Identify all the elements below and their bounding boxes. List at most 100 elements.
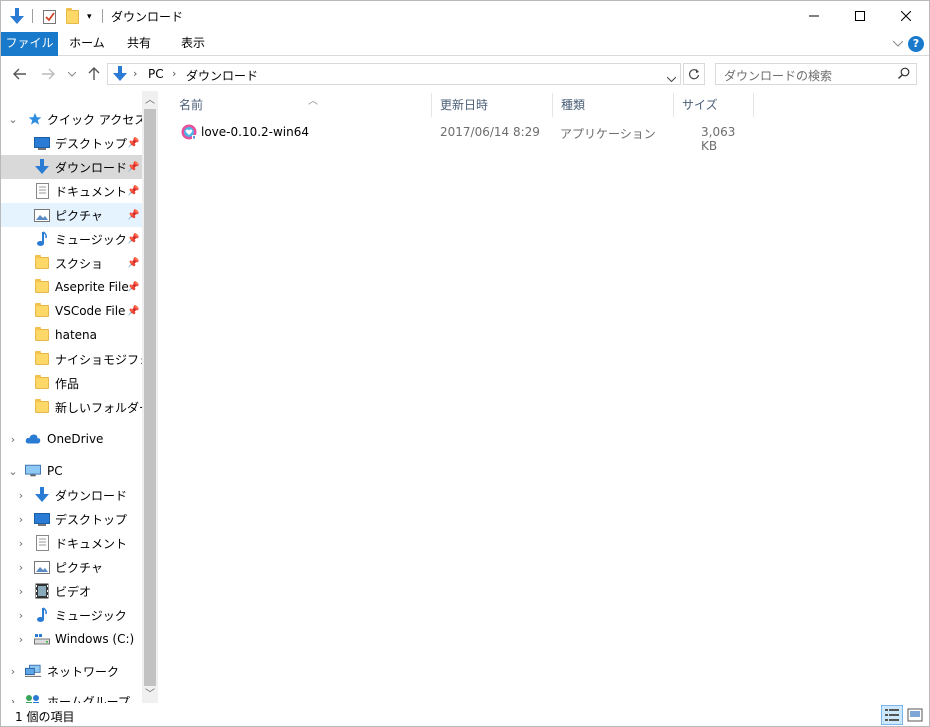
tab-file[interactable]: ファイル	[1, 32, 58, 56]
nav-pc[interactable]: ⌄ PC	[1, 459, 142, 483]
maximize-button[interactable]	[837, 1, 883, 31]
pin-icon[interactable]: 📌	[127, 162, 139, 173]
nav-item-folder[interactable]: 作品	[1, 371, 142, 395]
nav-label: ホームグループ	[47, 694, 130, 704]
back-button[interactable]	[11, 65, 29, 83]
nav-item-desktop[interactable]: デスクトップ 📌	[1, 131, 142, 155]
collapsed-chevron-icon[interactable]: ›	[15, 561, 27, 574]
folder-icon	[34, 255, 50, 271]
address-bar[interactable]: › PC › ダウンロード	[107, 63, 681, 85]
pin-icon[interactable]: 📌	[127, 234, 139, 245]
nav-label: ミュージック	[55, 232, 127, 247]
collapsed-chevron-icon[interactable]: ›	[7, 433, 19, 446]
nav-pc-pictures[interactable]: › ピクチャ	[1, 555, 142, 579]
forward-button[interactable]	[39, 65, 57, 83]
up-button[interactable]	[85, 65, 103, 83]
expanded-chevron-icon[interactable]: ⌄	[7, 465, 19, 478]
nav-scrollbar[interactable]: ︿ ﹀	[142, 91, 158, 703]
collapsed-chevron-icon[interactable]: ›	[15, 633, 27, 646]
pin-icon[interactable]: 📌	[127, 258, 139, 269]
address-dropdown-icon[interactable]	[666, 71, 677, 85]
pin-icon[interactable]: 📌	[127, 186, 139, 197]
collapsed-chevron-icon[interactable]: ›	[15, 537, 27, 550]
collapsed-chevron-icon[interactable]: ›	[15, 585, 27, 598]
nav-quick-access[interactable]: ⌄ クイック アクセス	[1, 107, 146, 131]
nav-item-folder[interactable]: スクショ 📌	[1, 251, 142, 275]
file-row[interactable]: love-0.10.2-win64 2017/06/14 8:29 アプリケーシ…	[175, 121, 755, 153]
nav-label: hatena	[55, 328, 98, 342]
refresh-button[interactable]	[683, 63, 705, 85]
help-button[interactable]: ?	[908, 36, 924, 52]
nav-item-folder[interactable]: ナイショモジフォント	[1, 347, 158, 371]
nav-item-documents[interactable]: ドキュメント 📌	[1, 179, 142, 203]
homegroup-icon	[25, 693, 41, 703]
folder-icon	[34, 351, 50, 367]
breadcrumb-pc[interactable]: PC	[148, 67, 164, 81]
nav-item-music[interactable]: ミュージック 📌	[1, 227, 142, 251]
nav-pc-music[interactable]: › ミュージック	[1, 603, 142, 627]
file-size: 3,063 KB	[701, 125, 736, 153]
collapsed-chevron-icon[interactable]: ›	[15, 609, 27, 622]
nav-item-pictures[interactable]: ピクチャ 📌	[1, 203, 142, 227]
column-header-name[interactable]: 名前 ︿	[171, 93, 432, 117]
expand-ribbon-icon[interactable]	[892, 36, 904, 50]
nav-pc-videos[interactable]: › ビデオ	[1, 579, 142, 603]
nav-label: 新しいフォルダー	[55, 400, 152, 415]
tab-share[interactable]: 共有	[115, 32, 163, 56]
chevron-right-icon[interactable]: ›	[133, 67, 137, 80]
column-label: 種類	[561, 98, 586, 112]
scroll-down-icon[interactable]: ﹀	[142, 687, 158, 703]
expanded-chevron-icon[interactable]: ⌄	[7, 113, 19, 126]
nav-network[interactable]: › ネットワーク	[1, 659, 142, 683]
column-label: サイズ	[682, 98, 718, 112]
folder-icon	[34, 375, 50, 391]
nav-label: ダウンロード	[55, 488, 128, 503]
tab-home[interactable]: ホーム	[61, 32, 113, 56]
large-icons-view-button[interactable]	[904, 705, 926, 725]
file-name: love-0.10.2-win64	[201, 125, 310, 139]
nav-item-folder[interactable]: 新しいフォルダー	[1, 395, 151, 419]
recent-locations-chevron-icon[interactable]	[65, 65, 79, 83]
nav-pc-downloads[interactable]: › ダウンロード	[1, 483, 142, 507]
nav-pc-drive-c[interactable]: › Windows (C:)	[1, 627, 142, 651]
nav-item-folder[interactable]: Aseprite File 📌	[1, 275, 142, 299]
nav-label: 作品	[55, 376, 80, 391]
collapsed-chevron-icon[interactable]: ›	[15, 513, 27, 526]
minimize-button[interactable]	[791, 1, 837, 31]
collapsed-chevron-icon[interactable]: ›	[7, 665, 19, 678]
pin-icon[interactable]: 📌	[127, 306, 139, 317]
pin-icon[interactable]: 📌	[127, 138, 139, 149]
search-input[interactable]: ダウンロードの検索	[715, 63, 917, 85]
love-app-icon	[181, 124, 197, 143]
tab-view[interactable]: 表示	[167, 32, 219, 56]
close-button[interactable]	[883, 1, 929, 31]
customize-toolbar-icon[interactable]: ▾	[87, 6, 92, 28]
document-icon	[34, 535, 50, 551]
column-header-size[interactable]: サイズ	[674, 93, 754, 117]
search-placeholder: ダウンロードの検索	[724, 69, 833, 83]
title-bar: ▾ ダウンロード	[1, 1, 929, 32]
collapsed-chevron-icon[interactable]: ›	[15, 489, 27, 502]
breadcrumb-downloads[interactable]: ダウンロード	[186, 67, 258, 84]
music-note-icon	[34, 231, 50, 247]
scroll-up-icon[interactable]: ︿	[142, 93, 158, 109]
chevron-right-icon[interactable]: ›	[172, 67, 176, 80]
nav-item-folder[interactable]: hatena	[1, 323, 142, 347]
details-view-button[interactable]	[881, 705, 903, 725]
nav-item-folder[interactable]: VSCode File 📌	[1, 299, 142, 323]
nav-pc-documents[interactable]: › ドキュメント	[1, 531, 142, 555]
pin-icon[interactable]: 📌	[127, 210, 139, 221]
nav-onedrive[interactable]: › OneDrive	[1, 427, 142, 451]
new-folder-icon[interactable]	[66, 6, 79, 28]
column-header-type[interactable]: 種類	[553, 93, 674, 117]
nav-pc-desktop[interactable]: › デスクトップ	[1, 507, 142, 531]
nav-homegroup[interactable]: › ホームグループ	[1, 689, 142, 703]
nav-item-downloads[interactable]: ダウンロード 📌	[1, 155, 142, 179]
search-icon[interactable]	[898, 67, 910, 83]
scroll-thumb[interactable]	[144, 109, 156, 686]
pin-icon[interactable]: 📌	[127, 282, 139, 293]
properties-icon[interactable]	[43, 6, 57, 28]
collapsed-chevron-icon[interactable]: ›	[7, 695, 19, 704]
sort-ascending-icon: ︿	[308, 96, 318, 107]
column-header-modified[interactable]: 更新日時	[432, 93, 553, 117]
